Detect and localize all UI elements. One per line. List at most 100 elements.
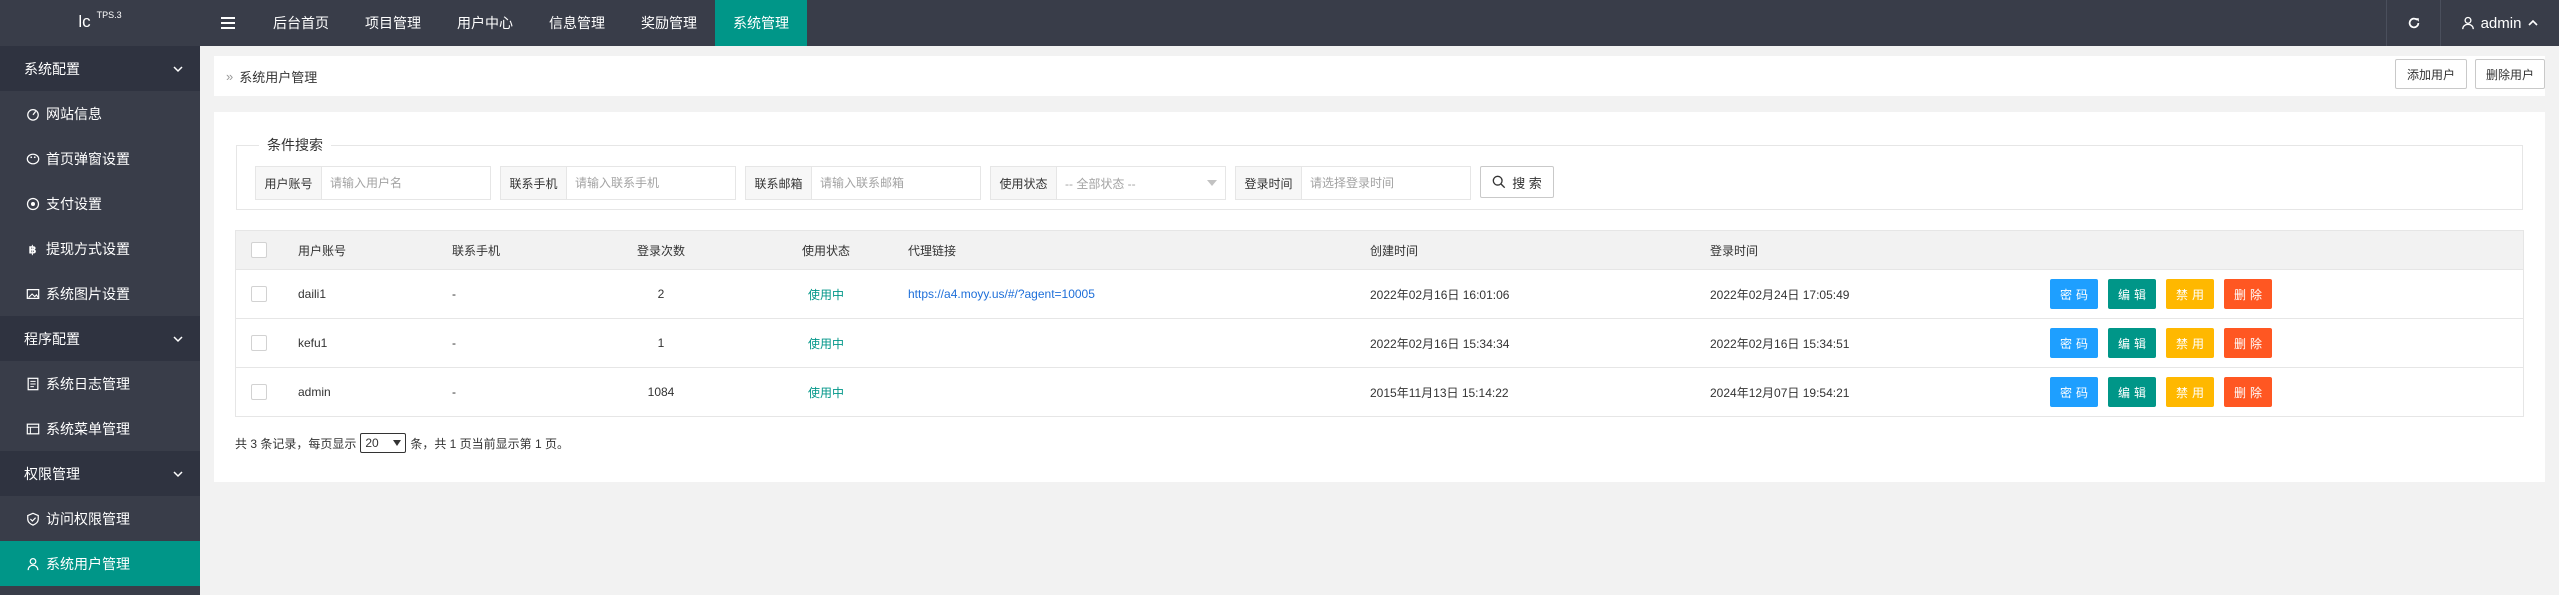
col-status: 使用状态	[801, 243, 850, 258]
menu-toggle-icon[interactable]	[200, 0, 255, 46]
row-actions: 密码 编辑 禁用 删除	[2050, 270, 2272, 318]
username-label: 用户账号	[256, 167, 322, 199]
nav-item-system[interactable]: 系统管理	[715, 0, 807, 46]
search-button-label: 搜 索	[1512, 175, 1542, 191]
refresh-icon[interactable]	[2386, 0, 2440, 46]
nav-item-projects[interactable]: 项目管理	[347, 0, 439, 46]
cell-logins: 2	[657, 287, 665, 301]
email-input[interactable]	[812, 167, 980, 199]
cell-created: 2015年11月13日 15:14:22	[1370, 385, 1509, 400]
login-time-input[interactable]	[1302, 167, 1470, 199]
user-name: admin	[2480, 14, 2522, 32]
row-checkbox[interactable]	[251, 286, 267, 302]
bitcoin-icon: ฿	[29, 242, 37, 256]
cell-username: daili1	[298, 287, 327, 301]
nav-item-info[interactable]: 信息管理	[531, 0, 623, 46]
status-select-value: -- 全部状态 --	[1065, 176, 1136, 191]
username-input[interactable]	[322, 167, 490, 199]
nav-item-home[interactable]: 后台首页	[255, 0, 347, 46]
row-checkbox-cell	[251, 368, 267, 416]
table-header: 用户账号 联系手机 登录次数 使用状态 代理链接 创建时间 登录时间	[235, 230, 2524, 270]
cell-created: 2022年02月16日 16:01:06	[1370, 287, 1510, 302]
sidebar-item-popup-settings[interactable]: 首页弹窗设置	[0, 136, 200, 181]
image-icon	[26, 288, 40, 299]
username-search-group: 用户账号	[255, 166, 491, 200]
disable-button[interactable]: 禁用	[2166, 377, 2214, 407]
delete-button[interactable]: 删除	[2224, 377, 2272, 407]
breadcrumb: » 系统用户管理	[214, 56, 2545, 96]
sidebar-item-withdraw-settings[interactable]: ฿ 提现方式设置	[0, 226, 200, 271]
user-icon	[2461, 16, 2474, 30]
phone-search-group: 联系手机	[500, 166, 736, 200]
edit-button[interactable]: 编辑	[2108, 328, 2156, 358]
cell-status: 使用中	[807, 287, 844, 302]
edit-button[interactable]: 编辑	[2108, 279, 2156, 309]
sidebar-item-image-settings[interactable]: 系统图片设置	[0, 271, 200, 316]
log-icon	[27, 377, 39, 390]
email-search-group: 联系邮箱	[745, 166, 981, 200]
sidebar-group-permissions[interactable]: 权限管理	[0, 451, 200, 496]
double-chevron-icon: »	[226, 68, 234, 84]
col-username: 用户账号	[298, 243, 347, 258]
disable-button[interactable]: 禁用	[2166, 328, 2214, 358]
password-button[interactable]: 密码	[2050, 377, 2098, 407]
nav-item-users[interactable]: 用户中心	[439, 0, 531, 46]
row-checkbox[interactable]	[251, 335, 267, 351]
phone-label: 联系手机	[501, 167, 567, 199]
table-row: daili1 - 2 使用中 https://a4.moyy.us/#/?age…	[235, 270, 2524, 319]
cell-username: kefu1	[298, 336, 328, 350]
row-checkbox-cell	[251, 270, 267, 318]
select-all-checkbox[interactable]	[251, 242, 267, 258]
page-title: 系统用户管理	[239, 69, 318, 85]
phone-input[interactable]	[567, 167, 735, 199]
sidebar-item-access-permissions[interactable]: 访问权限管理	[0, 496, 200, 541]
select-all-cell	[251, 231, 267, 269]
cell-status: 使用中	[807, 336, 844, 351]
cell-login-time: 2022年02月16日 15:34:51	[1710, 336, 1850, 351]
delete-button[interactable]: 删除	[2224, 328, 2272, 358]
status-search-group: 使用状态 -- 全部状态 --	[990, 166, 1226, 200]
user-icon	[27, 557, 39, 570]
sidebar-item-system-users[interactable]: 系统用户管理	[0, 541, 200, 586]
search-button[interactable]: 搜 索	[1480, 166, 1554, 198]
sidebar-group-label: 权限管理	[24, 465, 80, 482]
user-menu[interactable]: admin	[2440, 0, 2559, 46]
sidebar-item-label: 系统菜单管理	[46, 420, 130, 437]
sidebar-group-system-config[interactable]: 系统配置	[0, 46, 200, 91]
row-actions: 密码 编辑 禁用 删除	[2050, 319, 2272, 367]
disable-button[interactable]: 禁用	[2166, 279, 2214, 309]
add-user-button[interactable]: 添加用户	[2395, 59, 2467, 89]
page-size-select[interactable]: 20	[360, 433, 407, 453]
page-size-value: 20	[365, 436, 379, 450]
top-bar: lc TPS.3 后台首页 项目管理 用户中心 信息管理 奖励管理 系统管理 a…	[0, 0, 2559, 46]
password-button[interactable]: 密码	[2050, 279, 2098, 309]
row-actions: 密码 编辑 禁用 删除	[2050, 368, 2272, 416]
logo[interactable]: lc TPS.3	[0, 0, 200, 46]
dashboard-icon	[27, 108, 39, 121]
password-button[interactable]: 密码	[2050, 328, 2098, 358]
cell-agent-link[interactable]: https://a4.moyy.us/#/?agent=10005	[908, 270, 1095, 318]
nav-item-rewards[interactable]: 奖励管理	[623, 0, 715, 46]
sidebar-item-log-management[interactable]: 系统日志管理	[0, 361, 200, 406]
top-nav: 后台首页 项目管理 用户中心 信息管理 奖励管理 系统管理	[255, 0, 807, 46]
chevron-down-icon	[173, 65, 183, 72]
search-legend: 条件搜索	[267, 137, 323, 153]
shield-check-icon	[27, 512, 39, 526]
row-checkbox[interactable]	[251, 384, 267, 400]
delete-user-button[interactable]: 删除用户	[2475, 59, 2545, 89]
status-select[interactable]: -- 全部状态 --	[1057, 167, 1225, 199]
email-label: 联系邮箱	[746, 167, 812, 199]
sidebar-item-menu-management[interactable]: 系统菜单管理	[0, 406, 200, 451]
edit-button[interactable]: 编辑	[2108, 377, 2156, 407]
users-table: 用户账号 联系手机 登录次数 使用状态 代理链接 创建时间 登录时间 daili…	[235, 230, 2524, 417]
cell-phone: -	[452, 336, 456, 350]
col-created: 创建时间	[1370, 243, 1419, 258]
sidebar-group-program-config[interactable]: 程序配置	[0, 316, 200, 361]
sidebar-item-site-info[interactable]: 网站信息	[0, 91, 200, 136]
caret-down-icon	[1207, 180, 1217, 186]
cell-username: admin	[298, 385, 331, 399]
col-agent-link: 代理链接	[908, 243, 957, 258]
sidebar-item-payment-settings[interactable]: 支付设置	[0, 181, 200, 226]
delete-button[interactable]: 删除	[2224, 279, 2272, 309]
cell-login-time: 2024年12月07日 19:54:21	[1710, 385, 1850, 400]
